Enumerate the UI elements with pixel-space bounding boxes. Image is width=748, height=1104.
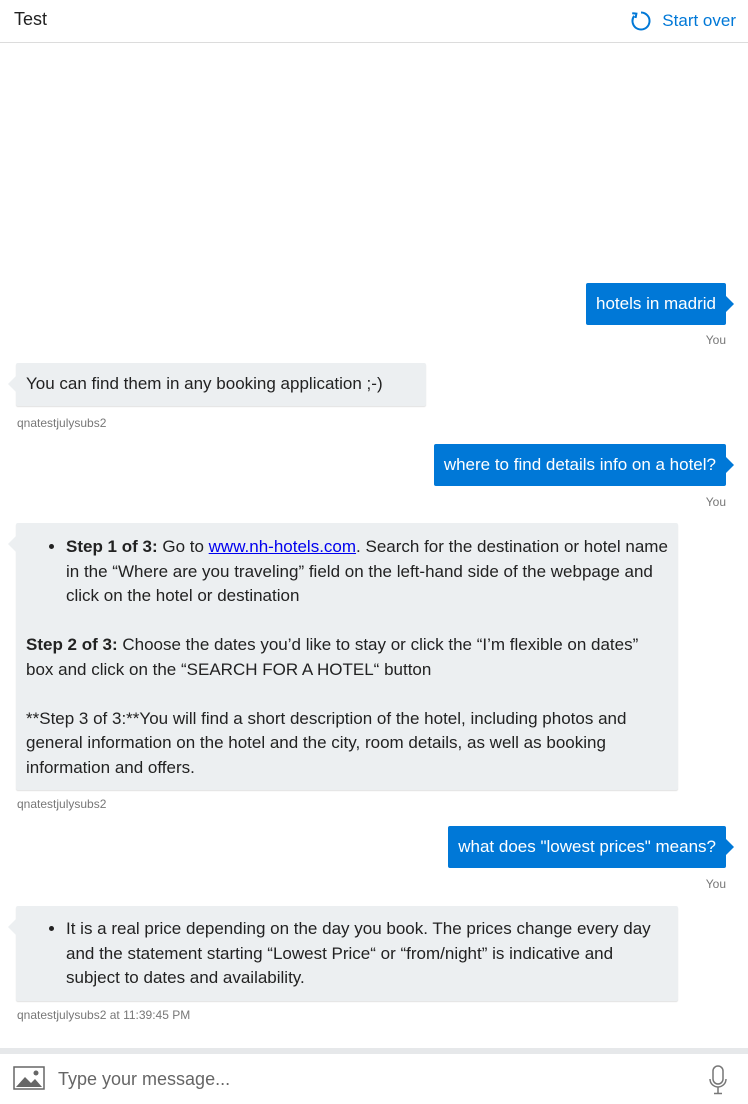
step-list: Step 1 of 3: Go to www.nh-hotels.com. Se… [26,535,668,609]
bot-message: It is a real price depending on the day … [8,906,678,1001]
message-sender: You [705,877,726,891]
step-1-item: Step 1 of 3: Go to www.nh-hotels.com. Se… [66,535,668,609]
message-sender: qnatestjulysubs2 [17,416,107,430]
step-2-text: Choose the dates you’d like to stay or c… [26,635,639,679]
message-sender: qnatestjulysubs2 [17,797,107,811]
bot-message: You can find them in any booking applica… [8,363,426,406]
step-2-paragraph: Step 2 of 3: Choose the dates you’d like… [26,633,668,682]
chat-history[interactable]: hotels in madrid You You can find them i… [0,43,748,1048]
step-2-label: Step 2 of 3: [26,635,118,654]
message-input[interactable] [58,1064,678,1094]
nh-hotels-link[interactable]: www.nh-hotels.com [209,537,356,556]
bot-message: Step 1 of 3: Go to www.nh-hotels.com. Se… [8,523,678,790]
answer-list: It is a real price depending on the day … [26,917,668,991]
user-message: hotels in madrid [585,283,735,325]
refresh-icon [630,10,652,32]
user-message: what does "lowest prices" means? [448,826,734,868]
step-1-label: Step 1 of 3: [66,537,158,556]
user-message: where to find details info on a hotel? [433,444,735,486]
step-1-text-pre: Go to [157,537,209,556]
message-sender: qnatestjulysubs2 at 11:39:45 PM [17,1008,191,1022]
start-over-label: Start over [662,11,736,30]
message-sender: You [705,333,726,347]
image-upload-icon[interactable] [13,1066,45,1090]
answer-item: It is a real price depending on the day … [66,917,668,991]
message-sender: You [705,495,726,509]
start-over-button[interactable]: Start over [630,8,736,34]
message-composer [0,1048,748,1104]
microphone-icon[interactable] [708,1064,728,1096]
bot-message-text: You can find them in any booking applica… [26,374,383,393]
step-3-paragraph: **Step 3 of 3:**You will find a short de… [26,708,627,777]
chat-header: Test Start over [0,0,748,43]
chat-title: Test [14,9,48,29]
